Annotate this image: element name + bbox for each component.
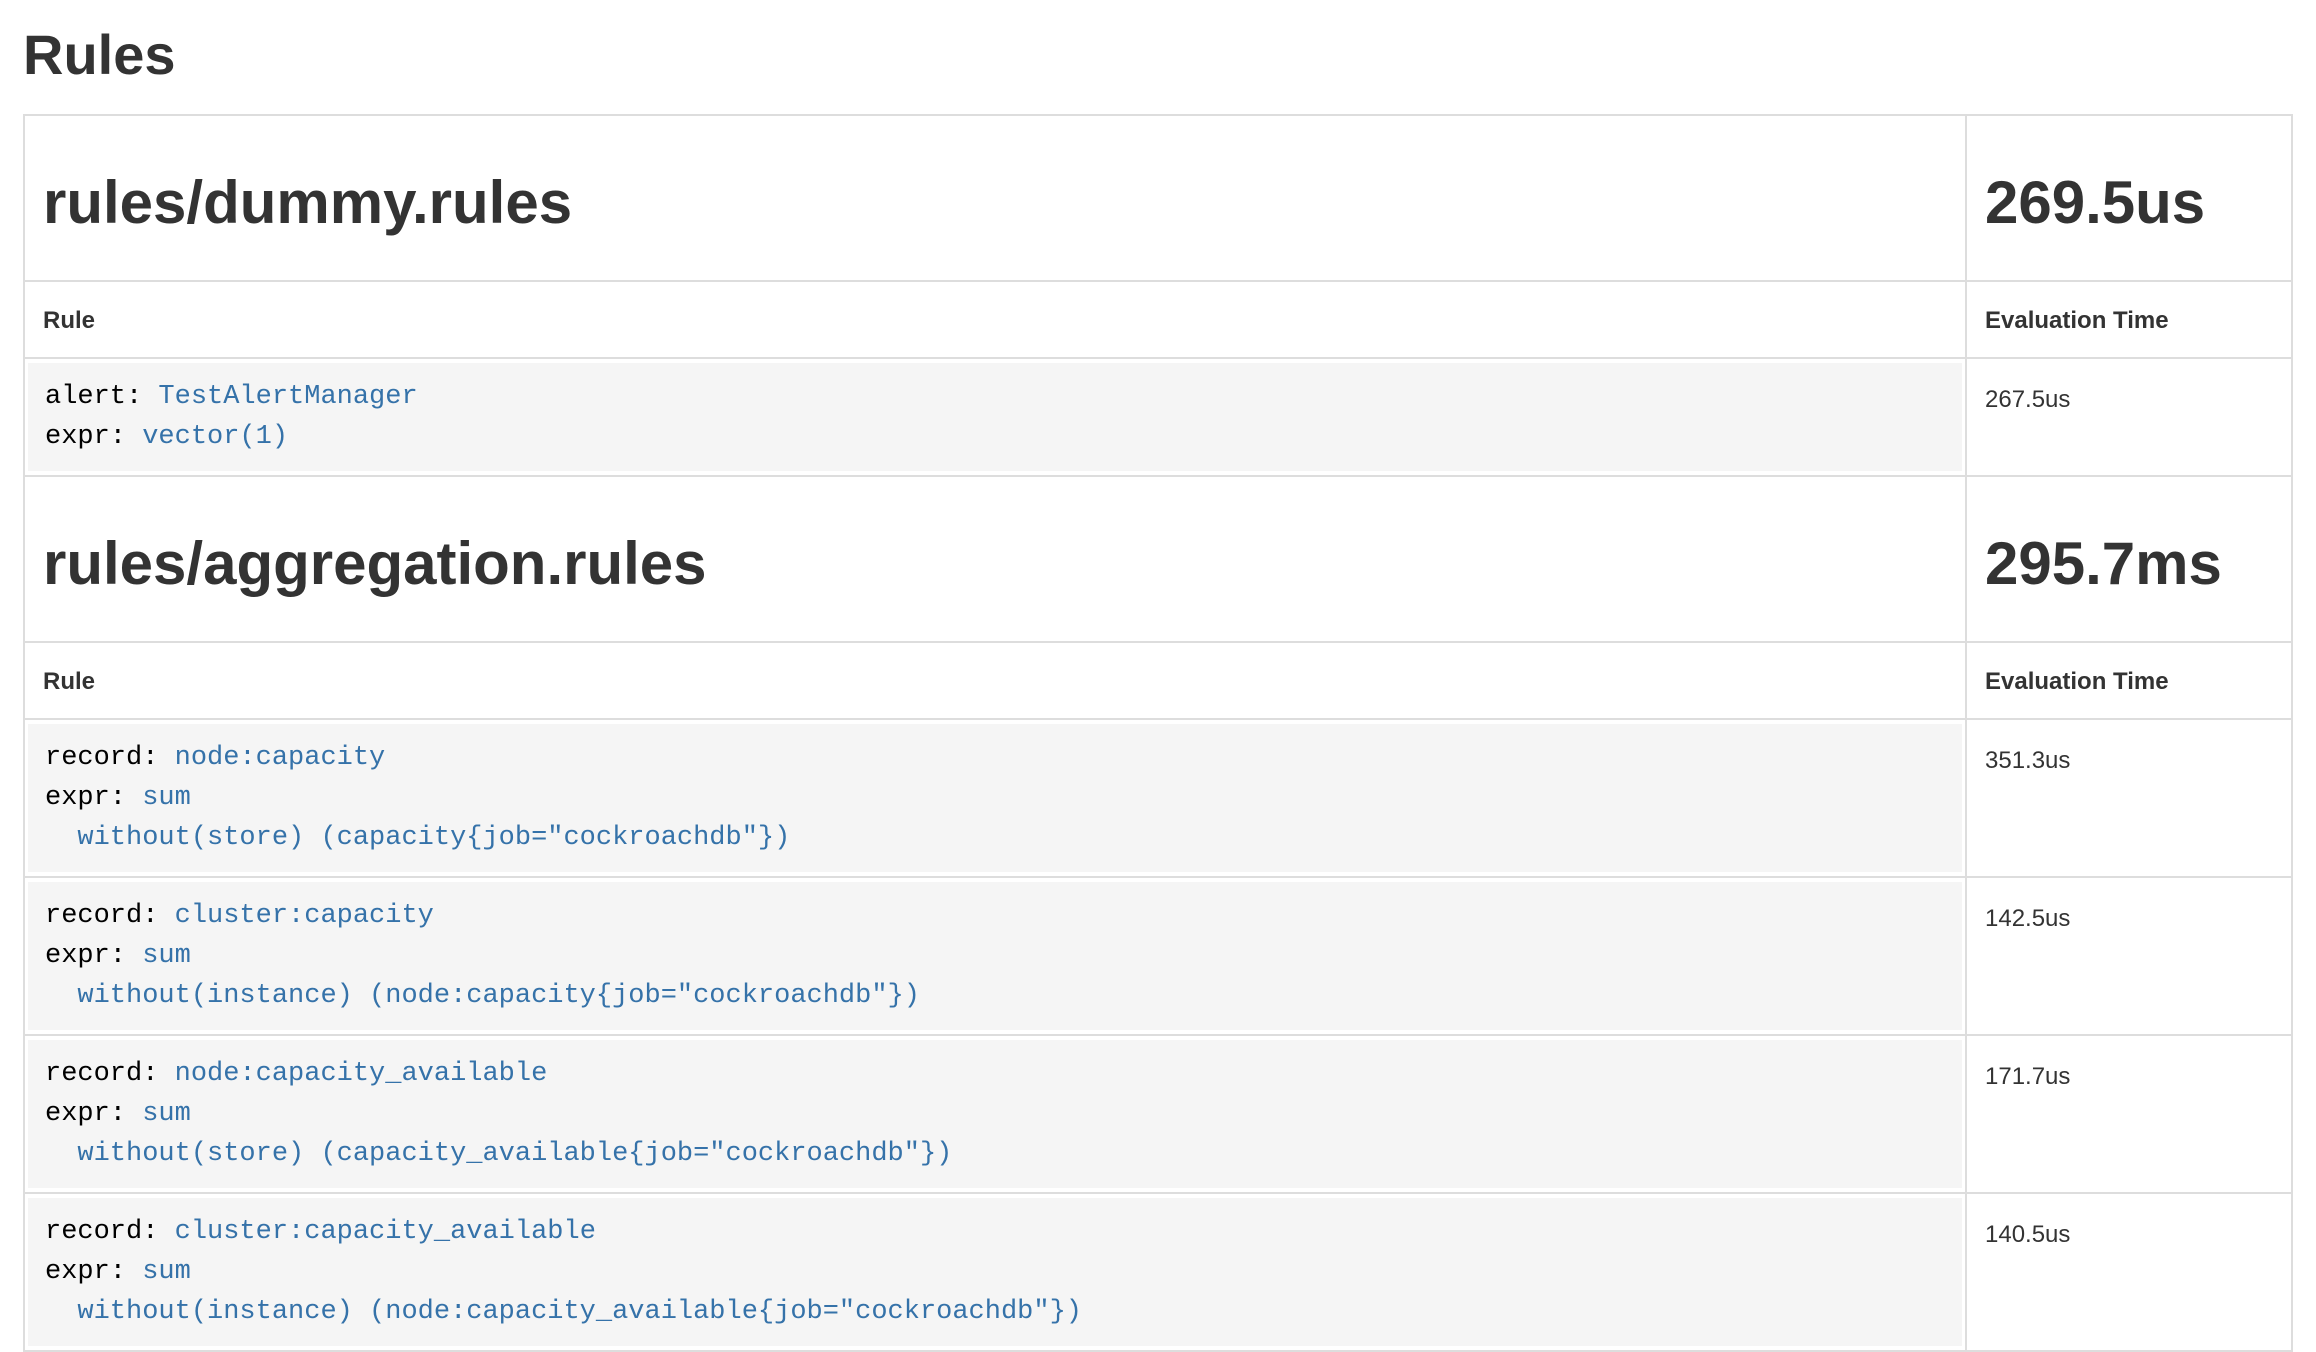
column-header-row: RuleEvaluation Time	[24, 642, 2292, 719]
group-evaluation-time: 295.7ms	[1985, 531, 2273, 597]
rule-keyword: expr:	[45, 783, 142, 813]
rule-link[interactable]: sum without(instance) (node:capacity{job…	[45, 941, 920, 1011]
rule-link[interactable]: sum without(store) (capacity_available{j…	[45, 1099, 952, 1169]
rule-link[interactable]: TestAlertManager	[158, 382, 417, 412]
rule-row: alert: TestAlertManager expr: vector(1)2…	[24, 358, 2292, 476]
rule-link[interactable]: node:capacity	[175, 743, 386, 773]
rule-definition: record: cluster:capacity expr: sum witho…	[28, 882, 1962, 1030]
group-file-cell: rules/dummy.rules	[24, 115, 1966, 281]
column-header-row: RuleEvaluation Time	[24, 281, 2292, 358]
rule-keyword: expr:	[45, 1099, 142, 1129]
rule-link[interactable]: sum without(instance) (node:capacity_ava…	[45, 1257, 1082, 1327]
rule-evaluation-time: 267.5us	[1966, 358, 2292, 476]
rule-link[interactable]: vector(1)	[142, 422, 288, 452]
rule-evaluation-time: 171.7us	[1966, 1035, 2292, 1193]
rule-keyword: record:	[45, 1217, 175, 1247]
rules-page: Rules rules/dummy.rules269.5usRuleEvalua…	[0, 0, 2316, 1352]
rule-cell: record: cluster:capacity_available expr:…	[24, 1193, 1966, 1351]
rule-link[interactable]: cluster:capacity_available	[175, 1217, 596, 1247]
rule-definition: record: node:capacity_available expr: su…	[28, 1040, 1962, 1188]
rule-row: record: cluster:capacity_available expr:…	[24, 1193, 2292, 1351]
group-eval-cell: 269.5us	[1966, 115, 2292, 281]
rule-row: record: node:capacity expr: sum without(…	[24, 719, 2292, 877]
page-title: Rules	[23, 24, 2291, 86]
rule-cell: alert: TestAlertManager expr: vector(1)	[24, 358, 1966, 476]
rule-cell: record: node:capacity_available expr: su…	[24, 1035, 1966, 1193]
rules-table: rules/dummy.rules269.5usRuleEvaluation T…	[23, 114, 2293, 1352]
rule-keyword: record:	[45, 901, 175, 931]
group-header-row: rules/dummy.rules 269.5us	[24, 115, 2292, 281]
rule-definition: record: node:capacity expr: sum without(…	[28, 724, 1962, 872]
eval-column-header: Evaluation Time	[1966, 281, 2292, 358]
group-file-name: rules/aggregation.rules	[43, 531, 1947, 597]
group-file-name: rules/dummy.rules	[43, 170, 1947, 236]
rule-cell: record: cluster:capacity expr: sum witho…	[24, 877, 1966, 1035]
rule-link[interactable]: cluster:capacity	[175, 901, 434, 931]
rule-link[interactable]: sum without(store) (capacity{job="cockro…	[45, 783, 790, 853]
rule-row: record: node:capacity_available expr: su…	[24, 1035, 2292, 1193]
group-evaluation-time: 269.5us	[1985, 170, 2273, 236]
group-file-cell: rules/aggregation.rules	[24, 476, 1966, 642]
rule-definition: record: cluster:capacity_available expr:…	[28, 1198, 1962, 1346]
rule-keyword: record:	[45, 1059, 175, 1089]
rule-evaluation-time: 140.5us	[1966, 1193, 2292, 1351]
rule-keyword: expr:	[45, 1257, 142, 1287]
rule-keyword: alert:	[45, 382, 158, 412]
rule-row: record: cluster:capacity expr: sum witho…	[24, 877, 2292, 1035]
rule-evaluation-time: 142.5us	[1966, 877, 2292, 1035]
group-eval-cell: 295.7ms	[1966, 476, 2292, 642]
rule-column-header: Rule	[24, 281, 1966, 358]
rule-cell: record: node:capacity expr: sum without(…	[24, 719, 1966, 877]
rule-keyword: record:	[45, 743, 175, 773]
rule-column-header: Rule	[24, 642, 1966, 719]
rule-keyword: expr:	[45, 422, 142, 452]
group-header-row: rules/aggregation.rules 295.7ms	[24, 476, 2292, 642]
rule-evaluation-time: 351.3us	[1966, 719, 2292, 877]
rule-definition: alert: TestAlertManager expr: vector(1)	[28, 363, 1962, 471]
rule-keyword: expr:	[45, 941, 142, 971]
eval-column-header: Evaluation Time	[1966, 642, 2292, 719]
rule-link[interactable]: node:capacity_available	[175, 1059, 548, 1089]
